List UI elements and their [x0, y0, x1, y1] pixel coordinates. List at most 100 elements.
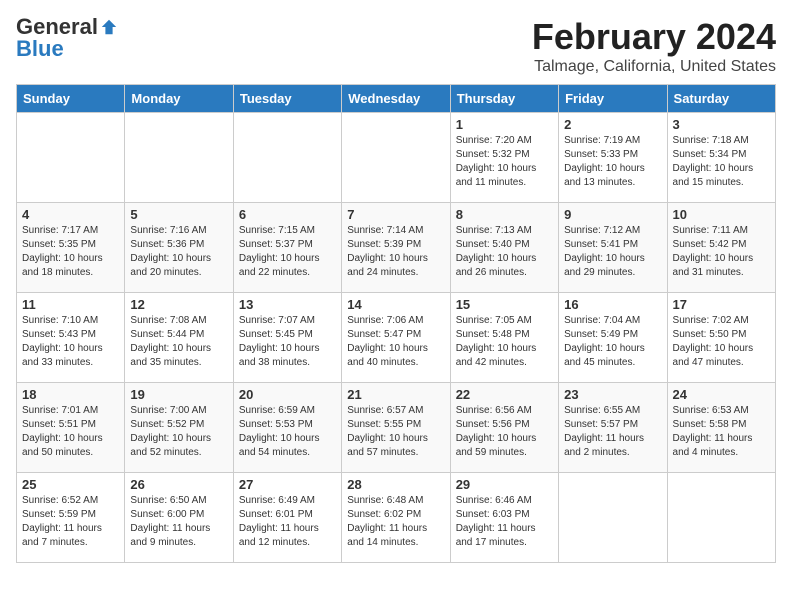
- day-number: 26: [130, 477, 227, 492]
- day-number: 27: [239, 477, 336, 492]
- page-subtitle: Talmage, California, United States: [532, 58, 776, 76]
- calendar-day-cell: 4Sunrise: 7:17 AM Sunset: 5:35 PM Daylig…: [17, 203, 125, 293]
- day-number: 14: [347, 297, 444, 312]
- day-number: 6: [239, 207, 336, 222]
- day-of-week-header: Sunday: [17, 85, 125, 113]
- day-number: 1: [456, 117, 553, 132]
- calendar-day-cell: 24 Sunrise: 6:53 AM Sunset: 5:58 PM Dayli…: [667, 383, 775, 473]
- day-info: Sunrise: 7:04 AM Sunset: 5:49 PM Dayligh…: [564, 314, 661, 370]
- day-info: Sunrise: 7:07 AM Sunset: 5:45 PM Dayligh…: [239, 314, 336, 370]
- calendar-day-cell: 28 Sunrise: 6:48 AM Sunset: 6:02 PM Dayli…: [342, 473, 450, 563]
- day-of-week-header: Friday: [559, 85, 667, 113]
- day-number: 11: [22, 297, 119, 312]
- calendar-day-cell: 20 Sunrise: 6:59 AM Sunset: 5:53 PM Dayli…: [233, 383, 341, 473]
- calendar-day-cell: 10 Sunrise: 7:11 AM Sunset: 5:42 PM Dayli…: [667, 203, 775, 293]
- day-number: 10: [673, 207, 770, 222]
- calendar-week-row: 4Sunrise: 7:17 AM Sunset: 5:35 PM Daylig…: [17, 203, 776, 293]
- day-info: Sunrise: 7:16 AM Sunset: 5:36 PM Dayligh…: [130, 224, 227, 280]
- day-of-week-header: Saturday: [667, 85, 775, 113]
- day-number: 19: [130, 387, 227, 402]
- calendar-day-cell: 14 Sunrise: 7:06 AM Sunset: 5:47 PM Dayli…: [342, 293, 450, 383]
- day-number: 29: [456, 477, 553, 492]
- day-of-week-header: Tuesday: [233, 85, 341, 113]
- day-number: 21: [347, 387, 444, 402]
- calendar-day-cell: [559, 473, 667, 563]
- day-number: 24: [673, 387, 770, 402]
- calendar-day-cell: 13 Sunrise: 7:07 AM Sunset: 5:45 PM Dayli…: [233, 293, 341, 383]
- calendar-day-cell: 23 Sunrise: 6:55 AM Sunset: 5:57 PM Dayli…: [559, 383, 667, 473]
- day-info: Sunrise: 7:17 AM Sunset: 5:35 PM Dayligh…: [22, 224, 119, 280]
- day-number: 3: [673, 117, 770, 132]
- calendar-day-cell: [233, 113, 341, 203]
- calendar-day-cell: 2Sunrise: 7:19 AM Sunset: 5:33 PM Daylig…: [559, 113, 667, 203]
- day-info: Sunrise: 7:00 AM Sunset: 5:52 PM Dayligh…: [130, 404, 227, 460]
- day-number: 17: [673, 297, 770, 312]
- calendar-day-cell: 15 Sunrise: 7:05 AM Sunset: 5:48 PM Dayli…: [450, 293, 558, 383]
- day-info: Sunrise: 7:19 AM Sunset: 5:33 PM Dayligh…: [564, 134, 661, 190]
- day-number: 9: [564, 207, 661, 222]
- calendar-day-cell: 5Sunrise: 7:16 AM Sunset: 5:36 PM Daylig…: [125, 203, 233, 293]
- calendar-day-cell: 17 Sunrise: 7:02 AM Sunset: 5:50 PM Dayli…: [667, 293, 775, 383]
- day-info: Sunrise: 7:10 AM Sunset: 5:43 PM Dayligh…: [22, 314, 119, 370]
- day-info: Sunrise: 6:53 AM Sunset: 5:58 PM Dayligh…: [673, 404, 770, 460]
- day-info: Sunrise: 6:59 AM Sunset: 5:53 PM Dayligh…: [239, 404, 336, 460]
- calendar-week-row: 1Sunrise: 7:20 AM Sunset: 5:32 PM Daylig…: [17, 113, 776, 203]
- day-number: 16: [564, 297, 661, 312]
- day-info: Sunrise: 6:48 AM Sunset: 6:02 PM Dayligh…: [347, 494, 444, 550]
- calendar-day-cell: 22 Sunrise: 6:56 AM Sunset: 5:56 PM Dayli…: [450, 383, 558, 473]
- logo-blue-text: Blue: [16, 38, 64, 60]
- calendar-day-cell: [17, 113, 125, 203]
- day-number: 18: [22, 387, 119, 402]
- day-info: Sunrise: 6:55 AM Sunset: 5:57 PM Dayligh…: [564, 404, 661, 460]
- calendar-day-cell: 16 Sunrise: 7:04 AM Sunset: 5:49 PM Dayli…: [559, 293, 667, 383]
- calendar-day-cell: 12 Sunrise: 7:08 AM Sunset: 5:44 PM Dayli…: [125, 293, 233, 383]
- calendar-day-cell: 3Sunrise: 7:18 AM Sunset: 5:34 PM Daylig…: [667, 113, 775, 203]
- logo-general-text: General: [16, 16, 98, 38]
- day-number: 12: [130, 297, 227, 312]
- day-number: 28: [347, 477, 444, 492]
- logo-icon: [100, 18, 118, 36]
- day-info: Sunrise: 7:11 AM Sunset: 5:42 PM Dayligh…: [673, 224, 770, 280]
- day-number: 23: [564, 387, 661, 402]
- day-info: Sunrise: 7:15 AM Sunset: 5:37 PM Dayligh…: [239, 224, 336, 280]
- day-info: Sunrise: 6:56 AM Sunset: 5:56 PM Dayligh…: [456, 404, 553, 460]
- day-of-week-header: Thursday: [450, 85, 558, 113]
- day-info: Sunrise: 6:57 AM Sunset: 5:55 PM Dayligh…: [347, 404, 444, 460]
- day-number: 20: [239, 387, 336, 402]
- day-info: Sunrise: 7:06 AM Sunset: 5:47 PM Dayligh…: [347, 314, 444, 370]
- calendar-header-row: SundayMondayTuesdayWednesdayThursdayFrid…: [17, 85, 776, 113]
- day-number: 22: [456, 387, 553, 402]
- calendar-day-cell: [125, 113, 233, 203]
- calendar-day-cell: [667, 473, 775, 563]
- calendar-day-cell: 26 Sunrise: 6:50 AM Sunset: 6:00 PM Dayli…: [125, 473, 233, 563]
- day-info: Sunrise: 6:49 AM Sunset: 6:01 PM Dayligh…: [239, 494, 336, 550]
- logo: General Blue: [16, 16, 118, 60]
- calendar-week-row: 11 Sunrise: 7:10 AM Sunset: 5:43 PM Dayli…: [17, 293, 776, 383]
- calendar-day-cell: 25 Sunrise: 6:52 AM Sunset: 5:59 PM Dayli…: [17, 473, 125, 563]
- day-info: Sunrise: 7:08 AM Sunset: 5:44 PM Dayligh…: [130, 314, 227, 370]
- day-info: Sunrise: 7:01 AM Sunset: 5:51 PM Dayligh…: [22, 404, 119, 460]
- calendar-day-cell: 19 Sunrise: 7:00 AM Sunset: 5:52 PM Dayli…: [125, 383, 233, 473]
- calendar-day-cell: 6 Sunrise: 7:15 AM Sunset: 5:37 PM Daylig…: [233, 203, 341, 293]
- day-number: 15: [456, 297, 553, 312]
- day-info: Sunrise: 7:05 AM Sunset: 5:48 PM Dayligh…: [456, 314, 553, 370]
- day-number: 25: [22, 477, 119, 492]
- day-info: Sunrise: 7:13 AM Sunset: 5:40 PM Dayligh…: [456, 224, 553, 280]
- calendar-day-cell: 18 Sunrise: 7:01 AM Sunset: 5:51 PM Dayli…: [17, 383, 125, 473]
- day-info: Sunrise: 7:02 AM Sunset: 5:50 PM Dayligh…: [673, 314, 770, 370]
- calendar-day-cell: [342, 113, 450, 203]
- calendar-week-row: 18 Sunrise: 7:01 AM Sunset: 5:51 PM Dayli…: [17, 383, 776, 473]
- page-header: General Blue February 2024 Talmage, Cali…: [16, 16, 776, 76]
- calendar-day-cell: 27 Sunrise: 6:49 AM Sunset: 6:01 PM Dayli…: [233, 473, 341, 563]
- day-info: Sunrise: 6:46 AM Sunset: 6:03 PM Dayligh…: [456, 494, 553, 550]
- day-of-week-header: Monday: [125, 85, 233, 113]
- day-number: 8: [456, 207, 553, 222]
- calendar-day-cell: 21 Sunrise: 6:57 AM Sunset: 5:55 PM Dayli…: [342, 383, 450, 473]
- calendar-day-cell: 1Sunrise: 7:20 AM Sunset: 5:32 PM Daylig…: [450, 113, 558, 203]
- calendar-week-row: 25 Sunrise: 6:52 AM Sunset: 5:59 PM Dayli…: [17, 473, 776, 563]
- day-info: Sunrise: 6:50 AM Sunset: 6:00 PM Dayligh…: [130, 494, 227, 550]
- day-number: 13: [239, 297, 336, 312]
- page-title: February 2024: [532, 16, 776, 58]
- title-block: February 2024 Talmage, California, Unite…: [532, 16, 776, 76]
- day-info: Sunrise: 6:52 AM Sunset: 5:59 PM Dayligh…: [22, 494, 119, 550]
